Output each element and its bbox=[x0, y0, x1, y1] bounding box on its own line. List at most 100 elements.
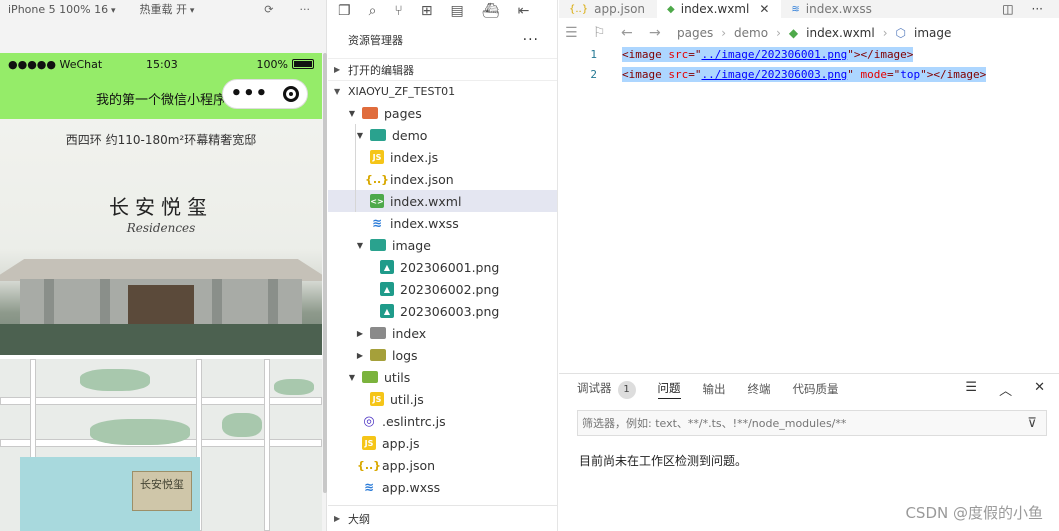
problems-filter: ⊽ bbox=[577, 410, 1047, 436]
explorer-header: 资源管理器 ··· bbox=[328, 22, 557, 58]
miniprogram-navbar: 我的第一个微信小程序 ••• bbox=[0, 75, 322, 119]
tree-item-png-2[interactable]: ▲ 202306002.png bbox=[328, 278, 557, 300]
tree-item-app-json[interactable]: {..} app.json bbox=[328, 454, 557, 476]
tab-index-wxml[interactable]: ◆ index.wxml ✕ bbox=[657, 0, 782, 18]
breadcrumb-pages[interactable]: pages bbox=[677, 26, 713, 40]
explorer-pane: ❐ ⌕ ⑂ ⊞ ▤ ⛴ ⇤ 资源管理器 ··· ▶ 打开的编辑器 ▼ XIAOY… bbox=[328, 0, 558, 531]
bookmark-icon[interactable]: ⚐ bbox=[593, 25, 613, 41]
tree-item-utils[interactable]: ▼ utils bbox=[328, 366, 557, 388]
file-tree: ▼ pages ▼ demo JS index.js {..} index.js… bbox=[328, 102, 557, 498]
more-icon[interactable]: ··· bbox=[300, 3, 311, 16]
cube-icon: ⬡ bbox=[895, 26, 907, 40]
close-icon[interactable]: ✕ bbox=[1034, 380, 1045, 399]
list-icon[interactable]: ☰ bbox=[565, 25, 585, 41]
capsule-button[interactable]: ••• bbox=[222, 79, 308, 109]
breadcrumb-demo[interactable]: demo bbox=[734, 26, 768, 40]
refresh-icon[interactable]: ⟳ bbox=[264, 3, 273, 16]
more-icon[interactable]: ··· bbox=[1032, 2, 1043, 16]
tree-item-pages[interactable]: ▼ pages bbox=[328, 102, 557, 124]
tree-item-app-wxss[interactable]: ≋ app.wxss bbox=[328, 476, 557, 498]
outline-section[interactable]: ▶ 大纲 bbox=[328, 505, 557, 531]
folder-utils-icon bbox=[362, 371, 378, 383]
tab-index-wxss[interactable]: ≋ index.wxss bbox=[781, 0, 883, 18]
tree-item-index-js[interactable]: JS index.js bbox=[328, 146, 557, 168]
breadcrumb-symbol[interactable]: image bbox=[914, 26, 951, 40]
outline-label: 大纲 bbox=[348, 512, 370, 526]
wxml-file-icon: ◆ bbox=[788, 26, 799, 40]
code-area[interactable]: 1 <image src="../image/202306001.png"></… bbox=[559, 44, 1059, 84]
folder-demo-icon bbox=[370, 129, 386, 141]
tab-app-json[interactable]: {..} app.json bbox=[559, 0, 657, 18]
open-editors-section[interactable]: ▶ 打开的编辑器 bbox=[328, 58, 557, 80]
line-number: 2 bbox=[590, 67, 597, 81]
image-file-icon: ▲ bbox=[380, 304, 394, 318]
tree-item-index-wxss[interactable]: ≋ index.wxss bbox=[328, 212, 557, 234]
close-target-icon[interactable] bbox=[283, 86, 300, 102]
json-file-icon: {..} bbox=[569, 3, 589, 15]
split-editor-icon[interactable]: ◫ bbox=[1002, 2, 1013, 16]
layout-icon[interactable]: ▤ bbox=[451, 3, 464, 19]
breadcrumb-file[interactable]: index.wxml bbox=[806, 26, 875, 40]
tab-code-quality[interactable]: 代码质量 bbox=[793, 381, 839, 397]
tab-output[interactable]: 输出 bbox=[703, 381, 726, 397]
battery-icon bbox=[292, 59, 314, 69]
battery-label: 100% bbox=[256, 57, 288, 71]
tree-item-index-json[interactable]: {..} index.json bbox=[328, 168, 557, 190]
menu-dots-icon[interactable]: ••• bbox=[231, 85, 269, 103]
wxss-file-icon: ≋ bbox=[371, 216, 383, 230]
simulator-pane: iPhone 5 100% 16 热重载 开 ⟳ ··· ●●●●● WeCha… bbox=[0, 0, 327, 531]
folder-image-icon bbox=[370, 239, 386, 251]
chevron-down-icon: ▼ bbox=[334, 87, 341, 96]
image-file-icon: ▲ bbox=[380, 260, 394, 274]
forward-arrow-icon[interactable]: → bbox=[649, 25, 669, 41]
tab-terminal[interactable]: 终端 bbox=[748, 381, 771, 397]
tab-debugger[interactable]: 调试器 1 bbox=[577, 380, 636, 399]
project-section[interactable]: ▼ XIAOYU_ZF_TEST01 bbox=[328, 80, 557, 102]
back-arrow-icon[interactable]: ← bbox=[621, 25, 641, 41]
tree-item-eslintrc[interactable]: ◎ .eslintrc.js bbox=[328, 410, 557, 432]
search-icon[interactable]: ⌕ bbox=[369, 3, 377, 19]
code-text[interactable]: <image src="../image/202306003.png" mode… bbox=[622, 66, 987, 82]
tree-item-util-js[interactable]: JS util.js bbox=[328, 388, 557, 410]
editor-tabs: {..} app.json ◆ index.wxml ✕ ≋ index.wxs… bbox=[559, 0, 1059, 18]
tree-item-logs[interactable]: ▶ logs bbox=[328, 344, 557, 366]
chevron-down-icon: ▼ bbox=[348, 372, 356, 382]
wxss-file-icon: ≋ bbox=[791, 3, 800, 15]
code-text[interactable]: <image src="../image/202306001.png"></im… bbox=[622, 46, 914, 62]
tree-item-app-js[interactable]: JS app.js bbox=[328, 432, 557, 454]
tree-item-png-1[interactable]: ▲ 202306001.png bbox=[328, 256, 557, 278]
folder-pages-icon bbox=[362, 107, 378, 119]
hot-reload-toggle[interactable]: 热重载 开 bbox=[139, 1, 194, 17]
chevron-up-icon[interactable]: ︿ bbox=[999, 380, 1012, 399]
list-filter-icon[interactable]: ☰ bbox=[965, 380, 977, 399]
tree-item-png-3[interactable]: ▲ 202306003.png bbox=[328, 300, 557, 322]
carrier-label: ●●●●● WeChat bbox=[8, 57, 103, 71]
explorer-title: 资源管理器 bbox=[348, 34, 403, 47]
tree-item-index-wxml[interactable]: <> index.wxml bbox=[328, 190, 557, 212]
files-icon[interactable]: ❐ bbox=[338, 3, 351, 19]
tree-item-demo[interactable]: ▼ demo bbox=[328, 124, 557, 146]
building-roof bbox=[0, 259, 322, 281]
source-control-icon[interactable]: ⑂ bbox=[394, 3, 402, 19]
device-select[interactable]: iPhone 5 100% 16 bbox=[8, 3, 115, 16]
tree-item-index-folder[interactable]: ▶ index bbox=[328, 322, 557, 344]
js-file-icon: JS bbox=[370, 392, 384, 406]
image-building: 西四环 约110-180m²环幕精奢宽邸 长安悦玺 Residences bbox=[0, 119, 322, 355]
tree-item-image[interactable]: ▼ image bbox=[328, 234, 557, 256]
docker-icon[interactable]: ⛴ bbox=[482, 3, 500, 19]
extensions-icon[interactable]: ⊞ bbox=[421, 3, 433, 19]
chevron-down-icon: ▼ bbox=[356, 240, 364, 250]
split-icon[interactable]: ⇤ bbox=[518, 3, 530, 19]
chevron-down-icon: ▼ bbox=[348, 108, 356, 118]
simulator-scrollbar[interactable] bbox=[323, 53, 327, 493]
close-icon[interactable]: ✕ bbox=[759, 2, 769, 16]
filter-input[interactable] bbox=[582, 416, 1018, 430]
clock-label: 15:03 bbox=[146, 57, 178, 71]
activity-toolbar: ❐ ⌕ ⑂ ⊞ ▤ ⛴ ⇤ bbox=[328, 0, 557, 22]
project-label: XIAOYU_ZF_TEST01 bbox=[348, 85, 456, 98]
debugger-badge: 1 bbox=[617, 380, 636, 399]
tab-problems[interactable]: 问题 bbox=[657, 380, 681, 399]
image-file-icon: ▲ bbox=[380, 282, 394, 296]
explorer-more-icon[interactable]: ··· bbox=[523, 32, 539, 48]
filter-icon[interactable]: ⊽ bbox=[1018, 416, 1046, 431]
